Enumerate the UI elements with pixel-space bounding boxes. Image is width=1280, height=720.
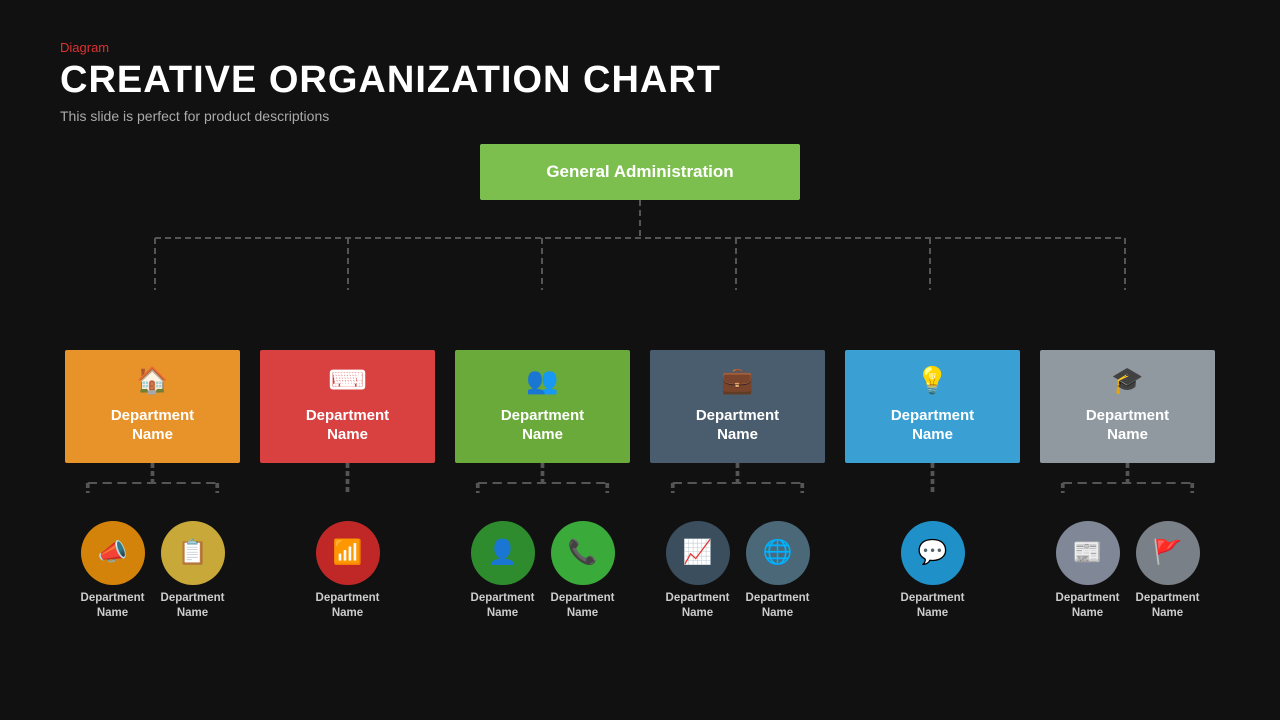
dept-icon-2: ⌨ bbox=[329, 364, 367, 398]
dept-conn-svg-3 bbox=[450, 463, 635, 493]
dept-box-2[interactable]: ⌨ Department Name bbox=[260, 350, 435, 463]
dept-conn-svg-1 bbox=[60, 463, 245, 493]
header-title: CREATIVE ORGANIZATION CHART bbox=[60, 59, 1220, 102]
sub-item-6-1[interactable]: 📰 Department Name bbox=[1056, 521, 1120, 621]
sub-row-5: 💬 Department Name bbox=[901, 521, 965, 621]
dept-box-4[interactable]: 💼 Department Name bbox=[650, 350, 825, 463]
slide: Diagram CREATIVE ORGANIZATION CHART This… bbox=[0, 0, 1280, 720]
sub-item-4-1[interactable]: 📈 Department Name bbox=[666, 521, 730, 621]
sub-circle-2-1: 📶 bbox=[316, 521, 380, 585]
sub-label-3-1: Department Name bbox=[471, 591, 535, 621]
dept-conn-svg-6 bbox=[1035, 463, 1220, 493]
dept-conn-svg-4 bbox=[645, 463, 830, 493]
sub-item-1-1[interactable]: 📣 Department Name bbox=[81, 521, 145, 621]
sub-label-3-2: Department Name bbox=[551, 591, 615, 621]
sub-circle-5-1: 💬 bbox=[901, 521, 965, 585]
dept-conn-svg-5 bbox=[840, 463, 1025, 493]
sub-row-6: 📰 Department Name 🚩 Department Name bbox=[1056, 521, 1200, 621]
sub-label-1-1: Department Name bbox=[81, 591, 145, 621]
sub-row-2: 📶 Department Name bbox=[316, 521, 380, 621]
sub-item-5-1[interactable]: 💬 Department Name bbox=[901, 521, 965, 621]
sub-circle-3-2: 📞 bbox=[551, 521, 615, 585]
dept-col-3: 👥 Department Name 👤 Department Name 📞 Departm… bbox=[450, 350, 635, 621]
sub-label-5-1: Department Name bbox=[901, 591, 965, 621]
dept-icon-4: 💼 bbox=[721, 364, 753, 398]
dept-col-6: 🎓 Department Name 📰 Department Name 🚩 Departm… bbox=[1035, 350, 1220, 621]
sub-circle-4-1: 📈 bbox=[666, 521, 730, 585]
sub-row-4: 📈 Department Name 🌐 Department Name bbox=[666, 521, 810, 621]
sub-circle-3-1: 👤 bbox=[471, 521, 535, 585]
sub-label-2-1: Department Name bbox=[316, 591, 380, 621]
sub-circle-4-2: 🌐 bbox=[746, 521, 810, 585]
dept-col-2: ⌨ Department Name 📶 Department Name bbox=[255, 350, 440, 621]
top-node-label: General Administration bbox=[546, 162, 733, 181]
dept-icon-3: 👥 bbox=[526, 364, 558, 398]
dept-box-3[interactable]: 👥 Department Name bbox=[455, 350, 630, 463]
dept-icon-5: 💡 bbox=[916, 364, 948, 398]
sub-item-3-2[interactable]: 📞 Department Name bbox=[551, 521, 615, 621]
sub-label-6-1: Department Name bbox=[1056, 591, 1120, 621]
sub-item-6-2[interactable]: 🚩 Department Name bbox=[1136, 521, 1200, 621]
sub-row-3: 👤 Department Name 📞 Department Name bbox=[471, 521, 615, 621]
dept-conn-svg-2 bbox=[255, 463, 440, 493]
dept-icon-6: 🎓 bbox=[1111, 364, 1143, 398]
top-node: General Administration bbox=[480, 144, 800, 200]
sub-label-6-2: Department Name bbox=[1136, 591, 1200, 621]
sub-label-4-2: Department Name bbox=[746, 591, 810, 621]
org-chart: General Administration 🏠Department Name📣… bbox=[60, 144, 1220, 621]
dept-col-1: 🏠 Department Name 📣 Department Name 📋 Departm… bbox=[60, 350, 245, 621]
sub-item-2-1[interactable]: 📶 Department Name bbox=[316, 521, 380, 621]
dept-col-4: 💼 Department Name 📈 Department Name 🌐 Departm… bbox=[645, 350, 830, 621]
sub-item-3-1[interactable]: 👤 Department Name bbox=[471, 521, 535, 621]
dept-icon-1: 🏠 bbox=[136, 364, 168, 398]
dept-name-2: Department Name bbox=[306, 406, 389, 445]
sub-circle-6-2: 🚩 bbox=[1136, 521, 1200, 585]
dept-col-5: 💡 Department Name 💬 Department Name bbox=[840, 350, 1025, 621]
connector-svg bbox=[60, 200, 1220, 290]
dept-name-3: Department Name bbox=[501, 406, 584, 445]
dept-box-5[interactable]: 💡 Department Name bbox=[845, 350, 1020, 463]
header-subtitle: This slide is perfect for product descri… bbox=[60, 108, 1220, 124]
departments-row: 🏠 Department Name 📣 Department Name 📋 Departm… bbox=[60, 350, 1220, 621]
sub-row-1: 📣 Department Name 📋 Department Name bbox=[81, 521, 225, 621]
sub-item-4-2[interactable]: 🌐 Department Name bbox=[746, 521, 810, 621]
sub-circle-6-1: 📰 bbox=[1056, 521, 1120, 585]
top-node-wrapper: General Administration bbox=[60, 144, 1220, 200]
sub-item-1-2[interactable]: 📋 Department Name bbox=[161, 521, 225, 621]
sub-circle-1-1: 📣 bbox=[81, 521, 145, 585]
dept-box-1[interactable]: 🏠 Department Name bbox=[65, 350, 240, 463]
dept-name-5: Department Name bbox=[891, 406, 974, 445]
dept-name-4: Department Name bbox=[696, 406, 779, 445]
dept-name-1: Department Name bbox=[111, 406, 194, 445]
sub-label-4-1: Department Name bbox=[666, 591, 730, 621]
header-diagram: Diagram bbox=[60, 40, 1220, 55]
dept-box-6[interactable]: 🎓 Department Name bbox=[1040, 350, 1215, 463]
dept-name-6: Department Name bbox=[1086, 406, 1169, 445]
sub-circle-1-2: 📋 bbox=[161, 521, 225, 585]
sub-label-1-2: Department Name bbox=[161, 591, 225, 621]
